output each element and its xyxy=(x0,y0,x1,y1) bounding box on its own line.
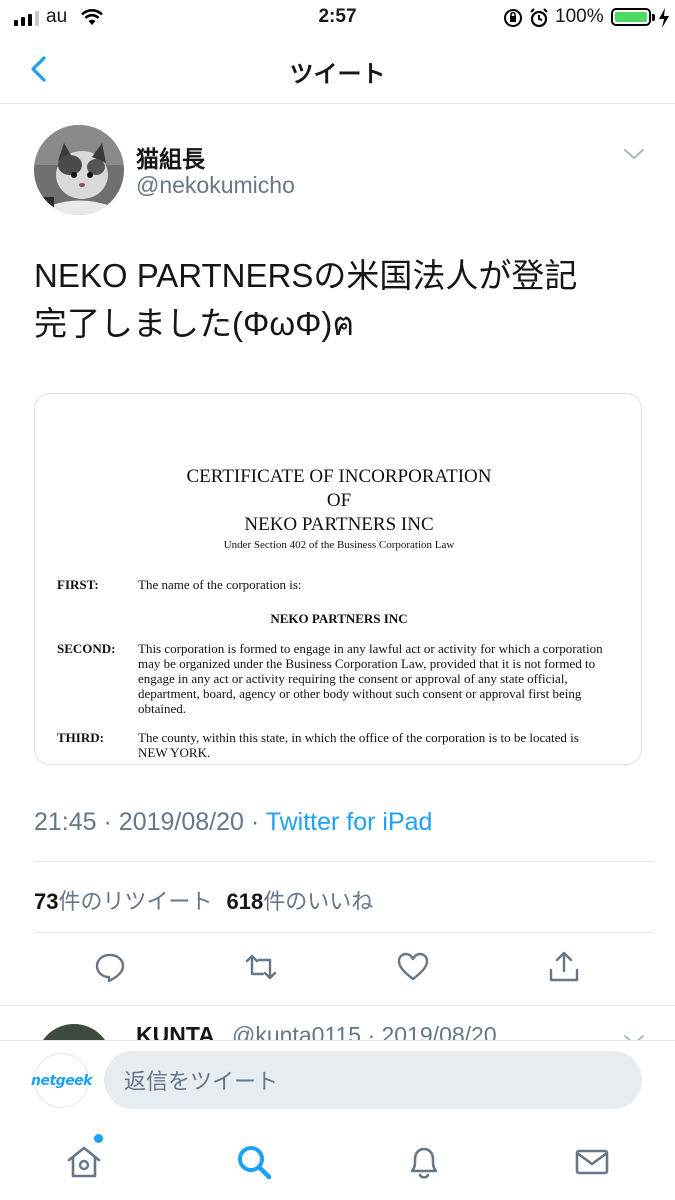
doc-second-line-4: department, board, agency or other body … xyxy=(138,686,582,701)
alarm-icon xyxy=(530,8,548,28)
charging-icon xyxy=(659,8,669,28)
tweet-text: NEKO PARTNERSの米国法人が登記 完了しました(ΦωΦ)ฅ xyxy=(34,252,644,348)
doc-title-line-2: OF xyxy=(326,490,352,511)
tweet-stats: 73件のリツイート 618件のいいね xyxy=(34,884,373,916)
my-avatar[interactable]: netgeek xyxy=(31,1053,92,1108)
tweet-source-link[interactable]: Twitter for iPad xyxy=(266,808,433,836)
share-icon[interactable] xyxy=(547,950,581,984)
doc-subtitle: Under Section 402 of the Business Corpor… xyxy=(223,539,455,551)
doc-second-text: This corporation is formed to engage in … xyxy=(138,641,638,716)
retweet-label: 件のリツイート xyxy=(58,889,213,914)
battery-tip xyxy=(652,14,655,21)
doc-title-line-3: NEKO PARTNERS INC xyxy=(244,514,434,535)
page-title: ツイート xyxy=(289,61,386,88)
tweet-text-line-1: NEKO PARTNERSの米国法人が登記 xyxy=(34,257,578,294)
doc-third-line-1: The county, within this state, in which … xyxy=(138,730,579,745)
retweet-stat[interactable]: 73件のリツイート xyxy=(34,889,213,914)
chevron-down-icon[interactable] xyxy=(622,1032,646,1040)
reply-icon[interactable] xyxy=(93,950,127,984)
divider xyxy=(34,861,654,862)
doc-third-line-2: NEW YORK. xyxy=(138,745,211,760)
next-reply-preview[interactable]: KUNTA @kunta0115 · 2019/08/20 xyxy=(0,1005,675,1040)
tweet-actions xyxy=(0,950,675,990)
battery-icon xyxy=(611,8,651,26)
doc-first-text: The name of the corporation is: xyxy=(138,577,302,592)
meta-separator: · xyxy=(250,808,260,836)
home-icon[interactable] xyxy=(64,1142,104,1182)
tweet-text-line-2: 完了しました(ΦωΦ)ฅ xyxy=(34,305,355,342)
author-avatar[interactable] xyxy=(34,125,124,215)
reply-bar: netgeek 返信をツイート xyxy=(0,1040,675,1130)
bell-icon[interactable] xyxy=(404,1142,444,1182)
reply-input[interactable]: 返信をツイート xyxy=(104,1051,642,1109)
new-content-dot xyxy=(94,1134,103,1143)
doc-second-line-1: This corporation is formed to engage in … xyxy=(138,641,603,656)
doc-third-label: THIRD: xyxy=(57,730,104,745)
tweet-image[interactable]: CERTIFICATE OF INCORPORATION OF NEKO PAR… xyxy=(34,393,642,765)
author-handle[interactable]: @nekokumicho xyxy=(136,172,295,199)
author-display-name[interactable]: 猫組長 xyxy=(136,140,205,174)
nav-bar: ツイート xyxy=(0,36,675,104)
status-bar: au 2:57 100% xyxy=(0,0,675,36)
divider xyxy=(34,932,654,933)
doc-title-line-1: CERTIFICATE OF INCORPORATION xyxy=(186,466,492,487)
tweet-meta: 21:45 · 2019/08/20 · Twitter for iPad xyxy=(34,808,432,837)
retweet-count: 73 xyxy=(34,889,59,914)
tweet-date: 2019/08/20 xyxy=(118,808,244,836)
orientation-lock-icon xyxy=(504,9,522,27)
reply-author-meta: @kunta0115 · 2019/08/20 xyxy=(232,1022,497,1040)
doc-second-line-2: may be organized under the Business Corp… xyxy=(138,656,596,671)
doc-second-label: SECOND: xyxy=(57,641,116,656)
like-label: 件のいいね xyxy=(263,889,374,914)
certificate-document: CERTIFICATE OF INCORPORATION OF NEKO PAR… xyxy=(35,394,641,764)
mail-icon[interactable] xyxy=(572,1142,612,1182)
reply-author-name: KUNTA xyxy=(136,1022,215,1040)
meta-separator: · xyxy=(103,808,112,836)
like-stat[interactable]: 618件のいいね xyxy=(227,889,374,914)
chevron-down-icon[interactable] xyxy=(622,146,646,162)
doc-second-line-5: obtained. xyxy=(138,701,187,716)
search-icon[interactable] xyxy=(234,1142,274,1182)
doc-second-line-3: engage in any act or activity requiring … xyxy=(138,671,568,686)
battery-percent: 100% xyxy=(555,6,604,27)
retweet-icon[interactable] xyxy=(244,950,278,984)
doc-corp-name: NEKO PARTNERS INC xyxy=(270,611,408,626)
doc-third-text: The county, within this state, in which … xyxy=(138,730,638,760)
reply-author-avatar[interactable] xyxy=(36,1024,112,1040)
heart-icon[interactable] xyxy=(396,950,430,984)
doc-first-label: FIRST: xyxy=(57,577,99,592)
tweet-time: 21:45 xyxy=(34,808,97,836)
like-count: 618 xyxy=(226,889,264,914)
my-avatar-logo: netgeek xyxy=(31,1072,92,1089)
